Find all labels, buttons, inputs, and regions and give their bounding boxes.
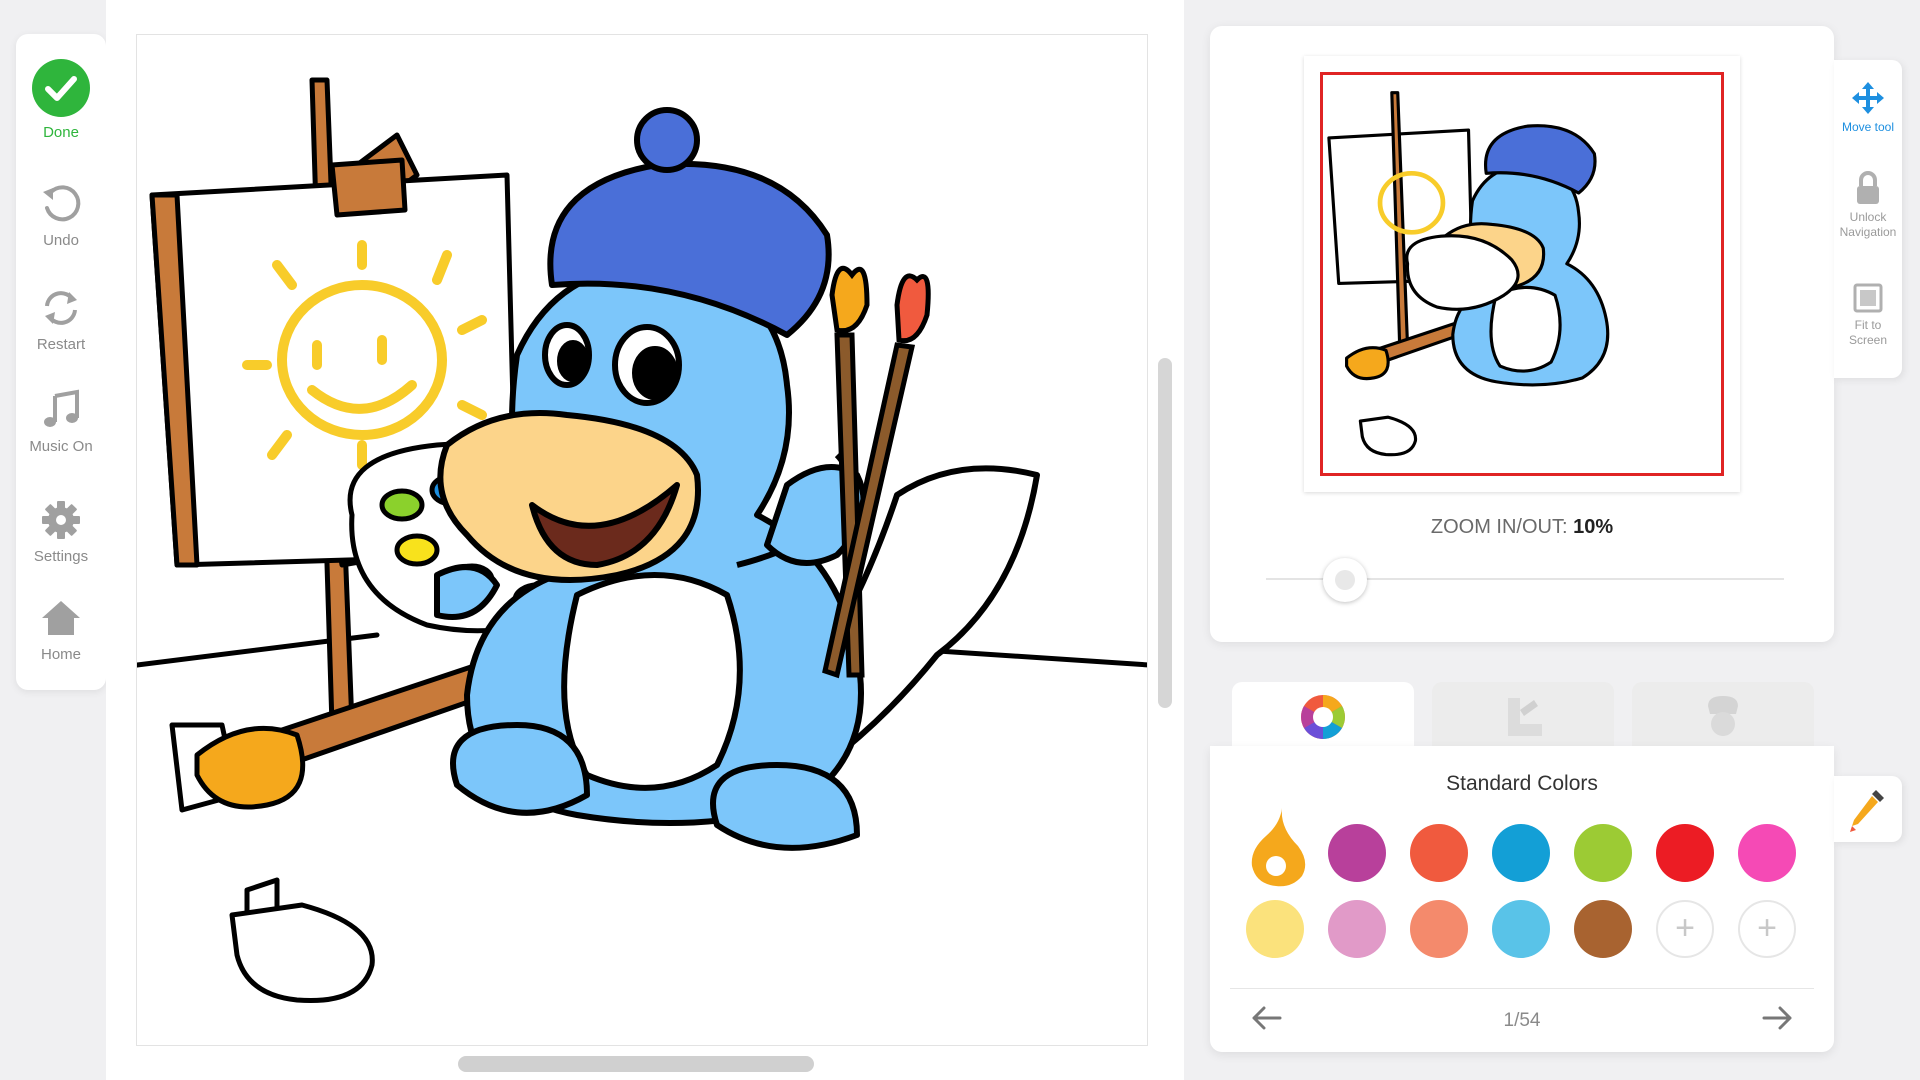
home-label: Home [40,646,81,663]
viewport-indicator[interactable] [1320,72,1724,476]
music-toggle[interactable]: Music On [16,388,106,455]
zoom-value: 10% [1573,516,1614,538]
settings-label: Settings [33,548,89,565]
fit-label-1: Fit to [1854,318,1882,332]
color-swatch[interactable] [1328,824,1386,882]
color-swatch[interactable] [1574,900,1632,958]
lock-icon [1857,171,1879,204]
zoom-slider-knob[interactable] [1323,558,1368,602]
fit-screen-icon [1853,283,1883,313]
restart-label: Restart [36,336,86,353]
music-label: Music On [29,438,93,455]
coloring-canvas[interactable] [136,34,1148,1046]
restart-icon [45,291,77,325]
color-swatch[interactable] [1492,824,1550,882]
left-toolbar: Done Undo Restart Music On Settings Home [16,34,106,690]
dinosaur-painter-artwork [137,77,1147,1004]
fit-to-screen-button[interactable]: Fit to Screen [1834,282,1902,348]
horizontal-scrollbar[interactable] [458,1056,814,1072]
move-tool-label: Move tool [1841,120,1895,134]
vertical-scrollbar[interactable] [1158,358,1172,708]
color-swatch[interactable] [1656,824,1714,882]
zoom-readout: ZOOM IN/OUT: 10% [1210,516,1834,539]
color-swatch[interactable] [1574,824,1632,882]
home-button[interactable]: Home [16,596,106,663]
gear-icon [42,501,80,539]
done-button[interactable]: Done [16,58,106,141]
color-swatch[interactable] [1738,824,1796,882]
undo-button[interactable]: Undo [16,182,106,249]
color-page-indicator: 1/54 [1503,1010,1541,1031]
undo-label: Undo [43,232,79,249]
restart-button[interactable]: Restart [16,286,106,353]
zoom-label-text: ZOOM IN/OUT: [1430,516,1568,538]
undo-icon [43,185,81,222]
unlock-label-1: Unlock [1849,210,1887,224]
tab-extras[interactable] [1632,682,1814,748]
navigation-tools: Move tool Unlock Navigation Fit to Scree… [1834,60,1902,378]
move-tool-button[interactable]: Move tool [1834,80,1902,135]
unlock-navigation-button[interactable]: Unlock Navigation [1834,170,1902,240]
unlock-label-2: Navigation [1839,225,1897,239]
fit-label-2: Screen [1848,333,1888,347]
next-page-arrow-icon[interactable] [1758,998,1798,1038]
canvas-panel [106,0,1184,1080]
selected-color-drop-icon[interactable] [1246,806,1310,888]
ruler-icon [1508,698,1542,736]
color-set-title: Standard Colors [1446,772,1598,795]
color-swatch[interactable] [1410,824,1468,882]
tab-patterns[interactable] [1432,682,1614,748]
color-swatch[interactable] [1410,900,1468,958]
chef-hat-icon [1708,696,1738,736]
color-swatch[interactable] [1492,900,1550,958]
divider [1230,988,1814,989]
settings-button[interactable]: Settings [16,498,106,565]
eyedropper-icon [1850,790,1884,832]
music-note-icon [44,389,79,427]
thumbnail-artwork [1327,91,1610,457]
color-panel: Standard Colors + + 1/54 [1210,746,1834,1052]
done-label: Done [43,124,79,141]
navigator-panel: ZOOM IN/OUT: 10% [1210,26,1834,642]
navigator-thumbnail[interactable] [1304,56,1740,492]
home-icon [42,601,80,635]
tab-colors[interactable] [1232,682,1414,748]
color-swatch[interactable] [1328,900,1386,958]
move-icon [1852,82,1884,114]
check-icon [32,59,90,117]
add-color-button[interactable]: + [1738,900,1796,958]
color-wheel-icon [1301,695,1345,739]
add-color-button[interactable]: + [1656,900,1714,958]
eyedropper-button[interactable] [1834,776,1902,842]
color-swatch[interactable] [1246,900,1304,958]
